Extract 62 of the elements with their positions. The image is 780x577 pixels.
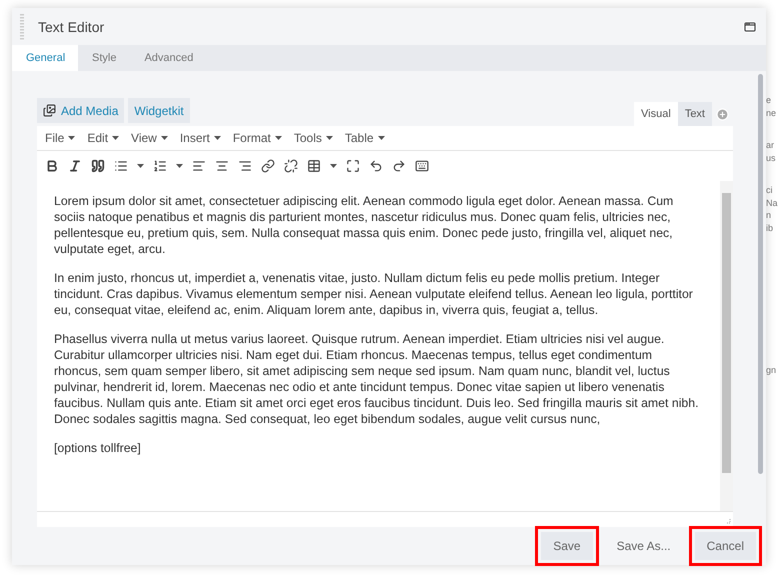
background-text: ib [766, 222, 774, 234]
caret-icon [68, 136, 76, 140]
menu-item[interactable]: Tools [294, 131, 333, 145]
unlink-icon[interactable] [284, 159, 298, 173]
align-left-icon[interactable] [192, 159, 206, 173]
paragraph: Phasellus viverra nulla ut metus varius laoreet. Quisque rutrum. Aenean imperdiet. Etiam ultricies nisi vel augue. Curabitur ullamcorper ultricies nisi. Nam eget dui. Etiam rhoncus. Maecenas tempus, tellus eget condimentum rhoncus, sem quam semper libero, sit amet adipiscing sem neque sed ipsum. Nam quam nunc, blandit vel, luctus pulvinar, hendrerit id, lorem. Maecenas nec odio et ante tincidunt tempus. Donec vitae sapien ut libero venenatis faucibus. Nullam quis ante. Etiam sit amet orci eget eros faucibus tincidunt. Duis leo. Sed fringilla mauris sit amet nibh. Donec sodales sagittis magna. Sed consequat, leo eget bibendum sodales, augue velit cursus nunc, [54, 331, 700, 427]
bold-icon[interactable] [45, 159, 59, 173]
link-icon[interactable] [261, 159, 275, 173]
background-text: Na [766, 196, 779, 209]
redo-icon[interactable] [392, 159, 406, 173]
background-text: ci [766, 184, 774, 196]
numbered-list-icon[interactable] [153, 159, 167, 173]
menu-item[interactable]: File [45, 131, 76, 145]
scrollbar-thumb[interactable] [758, 74, 763, 474]
keyboard-icon[interactable] [415, 159, 429, 173]
table-icon[interactable] [307, 159, 321, 173]
menu-item[interactable]: View [131, 131, 168, 145]
bullet-list-icon[interactable] [114, 159, 128, 173]
menu-item[interactable]: Insert [180, 131, 221, 145]
widgetkit-button[interactable]: Widgetkit [128, 98, 190, 123]
menu-item[interactable]: Table [344, 131, 385, 145]
align-center-icon[interactable] [215, 159, 229, 173]
resize-handle-icon[interactable] [725, 518, 731, 524]
fullscreen-icon[interactable] [346, 159, 360, 173]
caret-icon [160, 136, 168, 140]
align-right-icon[interactable] [238, 159, 252, 173]
caret-icon [176, 164, 183, 168]
caret-icon [112, 136, 120, 140]
italic-icon[interactable] [68, 159, 82, 173]
menu-item[interactable]: Edit [87, 131, 120, 145]
window-title: Text Editor [38, 18, 106, 34]
paragraph: Lorem ipsum dolor sit amet, consectetuer adipiscing elit. Aenean commodo ligula eget dolor. Aenean massa. Cum sociis natoque penatibus et magnis dis parturient montes, nascetur ridiculus mus. Donec quam felis, ultricies nec, pellentesque eu, pretium quis, sem. Nulla consequat massa quis enim. Donec pede justo, fringilla vel, aliquet nec, vulputate eget, arcu. [54, 193, 674, 257]
menu-item[interactable]: Format [232, 131, 282, 145]
caret-icon [326, 136, 333, 140]
media-icon [43, 104, 56, 117]
background-text: ne [766, 106, 778, 119]
paragraph: [options tollfree] [54, 440, 142, 456]
paragraph: In enim justo, rhoncus ut, imperdiet a, venenatis vitae, justo. Nullam dictum felis eu pede mollis pretium. Integer tincidunt. Cras dapibus. Vivamus elementum semper nisi. Aenean vulputate eleifend tellus. Aenean leo ligula, porttitor eu, consequat vitae, eleifend ac, enim. Aliquam lorem ante, dapibus in, viverra quis, feugiat a, tellus. [54, 270, 694, 318]
caret-icon [214, 136, 221, 140]
tab[interactable]: Advanced [130, 45, 208, 71]
caret-icon [330, 164, 337, 168]
background-text: us [766, 152, 777, 164]
save-as-button[interactable]: Save As... [604, 532, 683, 560]
undo-icon[interactable] [369, 159, 383, 173]
background-text: ar [766, 139, 776, 152]
quote-icon[interactable] [91, 159, 105, 173]
add-media-button[interactable]: Add Media [37, 98, 124, 123]
tab[interactable]: General [12, 45, 78, 71]
caret-icon [274, 136, 282, 140]
caret-icon [137, 164, 144, 168]
cancel-button[interactable]: Cancel [694, 532, 756, 560]
background-text: gn [766, 364, 778, 376]
scrollbar-thumb[interactable] [722, 193, 731, 473]
maximize-icon[interactable] [744, 20, 756, 32]
caret-icon [378, 136, 385, 140]
background-text: e [766, 94, 772, 106]
background-text: n [766, 209, 772, 222]
drag-handle-icon[interactable] [20, 12, 24, 40]
editor-mode-tab[interactable]: Text [678, 102, 712, 126]
tab[interactable]: Style [78, 45, 130, 71]
editor-mode-tab[interactable]: Visual [634, 102, 678, 126]
save-button[interactable]: Save [541, 532, 593, 560]
